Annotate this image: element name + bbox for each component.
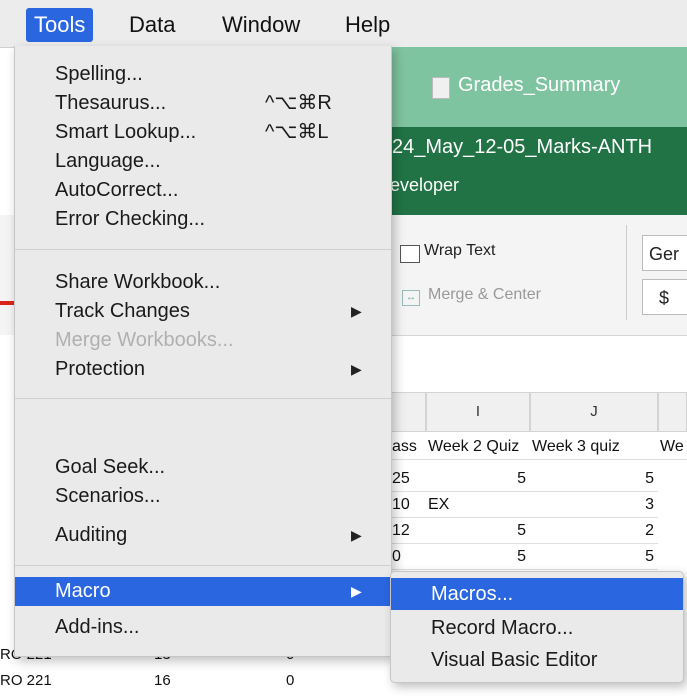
document-icon	[432, 77, 450, 99]
table-cell[interactable]: 0	[390, 544, 426, 570]
menu-item-auditing[interactable]: Auditing ▶	[15, 521, 391, 550]
menu-item-macro[interactable]: Macro ▶	[15, 577, 391, 606]
wrap-text-button[interactable]: Wrap Text	[424, 242, 495, 260]
column-header-i[interactable]: I	[426, 392, 530, 432]
number-format-dropdown[interactable]: Ger	[642, 235, 687, 271]
menu-window[interactable]: Window	[214, 8, 308, 42]
cell-header-h[interactable]: ass	[390, 434, 426, 460]
menu-divider	[15, 565, 391, 566]
menu-divider	[15, 249, 391, 250]
formula-bar[interactable]	[388, 336, 687, 393]
menu-item-merge-workbooks: Merge Workbooks...	[55, 329, 234, 351]
cell-header-week2[interactable]: Week 2 Quiz	[426, 434, 530, 460]
table-cell[interactable]: 3	[530, 492, 658, 518]
cell-header-week4[interactable]: We	[658, 434, 687, 460]
tools-menu: Spelling... Thesaurus... ^⌥⌘R Smart Look…	[14, 46, 392, 657]
merge-center-button[interactable]: Merge & Center	[428, 286, 541, 304]
window-title-bar: Grades_Summary	[388, 47, 687, 127]
submenu-arrow-icon: ▶	[351, 583, 362, 599]
red-underline	[0, 301, 14, 305]
workbook-header: 24_May_12-05_Marks-ANTH eveloper	[388, 127, 687, 215]
table-cell[interactable]: 0	[286, 666, 294, 696]
menu-item-goal-seek[interactable]: Goal Seek...	[15, 453, 391, 482]
table-cell[interactable]: 5	[426, 518, 530, 544]
ribbon-separator	[626, 225, 627, 320]
table-cell[interactable]: 5	[530, 544, 658, 570]
table-cell[interactable]: 25	[390, 466, 426, 492]
workbook-name: 24_May_12-05_Marks-ANTH	[392, 136, 653, 158]
table-cell[interactable]: 12	[390, 518, 426, 544]
tab-developer[interactable]: eveloper	[390, 175, 459, 196]
menu-tools[interactable]: Tools	[26, 8, 94, 42]
currency-button[interactable]: $	[642, 279, 687, 315]
menu-bar: Tools Data Window Help	[0, 0, 687, 48]
submenu-arrow-icon: ▶	[351, 303, 362, 319]
menu-item-error-checking[interactable]: Error Checking...	[15, 205, 391, 234]
submenu-arrow-icon: ▶	[351, 527, 362, 543]
macro-submenu: Macros... Record Macro... Visual Basic E…	[390, 571, 684, 683]
menu-item-spelling[interactable]: Spelling...	[15, 60, 391, 89]
column-header-h[interactable]	[390, 392, 426, 432]
table-cell[interactable]: 5	[530, 466, 658, 492]
cell-header-week3[interactable]: Week 3 quiz	[530, 434, 658, 460]
menu-help[interactable]: Help	[337, 8, 398, 42]
submenu-item-record-macro[interactable]: Record Macro...	[391, 612, 683, 644]
wrap-text-icon	[400, 245, 420, 263]
table-cell[interactable]: 16	[154, 666, 171, 696]
menu-item-track-changes[interactable]: Track Changes ▶	[15, 297, 391, 326]
menu-item-smart-lookup[interactable]: Smart Lookup... ^⌥⌘L	[15, 118, 391, 147]
submenu-item-visual-basic-editor[interactable]: Visual Basic Editor	[391, 644, 683, 676]
column-header-j[interactable]: J	[530, 392, 658, 432]
table-cell[interactable]: 5	[426, 466, 530, 492]
menu-item-language[interactable]: Language...	[15, 147, 391, 176]
table-cell[interactable]: EX	[426, 492, 530, 518]
menu-item-protection[interactable]: Protection ▶	[15, 355, 391, 384]
menu-item-autocorrect[interactable]: AutoCorrect...	[15, 176, 391, 205]
merge-center-icon: ↔	[402, 290, 420, 306]
document-title: Grades_Summary	[458, 74, 621, 96]
ribbon: Wrap Text ↔ Merge & Center Ger $	[388, 215, 687, 336]
table-cell[interactable]: 10	[390, 492, 426, 518]
submenu-arrow-icon: ▶	[351, 361, 362, 377]
column-header-k[interactable]	[658, 392, 687, 432]
table-cell[interactable]: 2	[530, 518, 658, 544]
menu-item-share-workbook[interactable]: Share Workbook...	[15, 268, 391, 297]
submenu-item-macros[interactable]: Macros...	[391, 578, 683, 610]
menu-item-scenarios[interactable]: Scenarios...	[15, 482, 391, 511]
shortcut-label: ^⌥⌘L	[265, 121, 329, 143]
menu-data[interactable]: Data	[121, 8, 183, 42]
table-cell[interactable]: 5	[426, 544, 530, 570]
shortcut-label: ^⌥⌘R	[265, 92, 332, 114]
row-label: RO 221	[0, 672, 52, 689]
menu-item-thesaurus[interactable]: Thesaurus... ^⌥⌘R	[15, 89, 391, 118]
menu-item-add-ins[interactable]: Add-ins...	[15, 613, 391, 642]
menu-divider	[15, 398, 391, 399]
